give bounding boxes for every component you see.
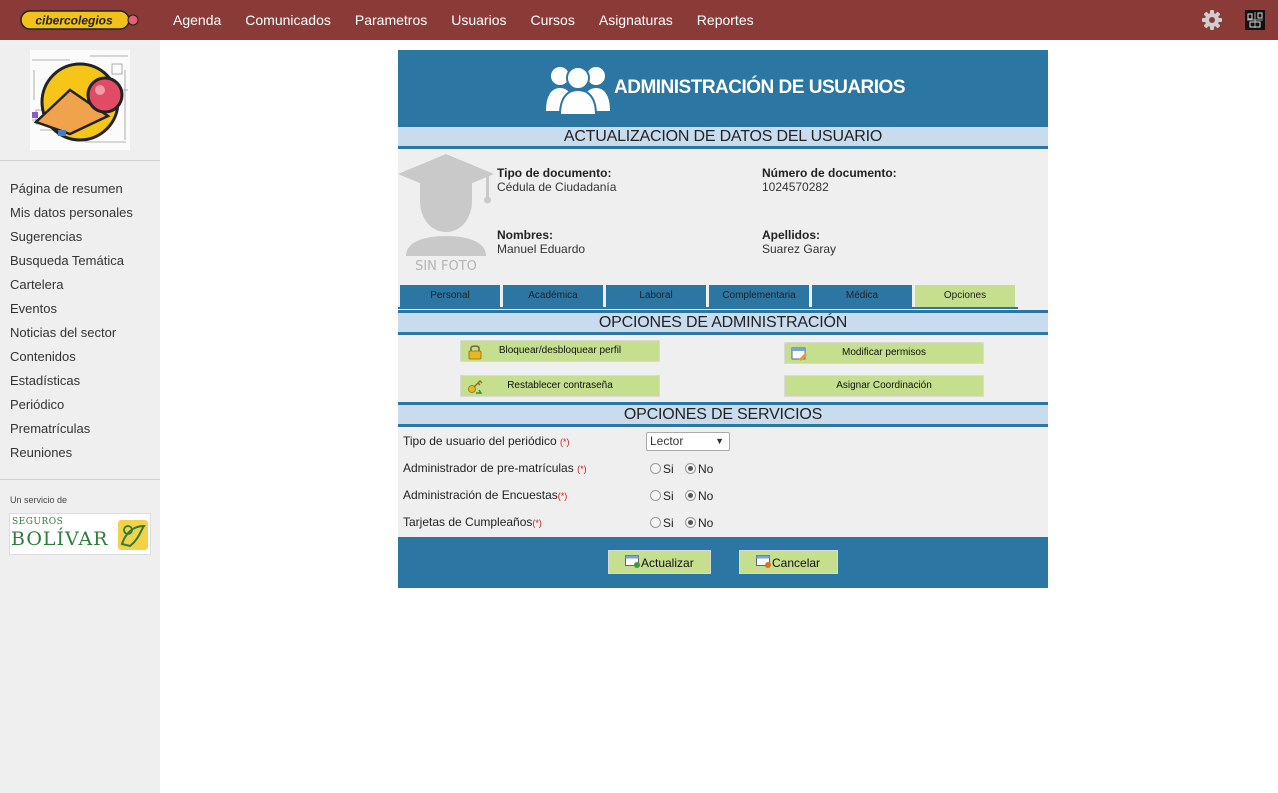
surnames-value: Suarez Garay [762, 242, 837, 256]
sponsor-emblem-icon [118, 520, 148, 550]
surveys-admin-radios: Si No [650, 489, 721, 505]
tab-academica[interactable]: Académica [503, 285, 603, 307]
update-button[interactable]: Actualizar [608, 550, 711, 574]
birthday-cards-radios: Si No [650, 516, 721, 532]
required-mark: (*) [560, 437, 570, 447]
sidebar-item-busqueda[interactable]: Busqueda Temática [10, 249, 133, 273]
sponsor-name: BOLÍVAR [11, 528, 109, 550]
reset-password-label: Restablecer contraseña [507, 380, 613, 391]
sidebar-item-periodico[interactable]: Periódico [10, 393, 133, 417]
assign-coordination-label: Asignar Coordinación [836, 380, 932, 391]
users-group-icon [546, 66, 610, 115]
gear-icon[interactable] [1201, 9, 1223, 31]
newspaper-user-type-value: Lector [650, 434, 684, 448]
required-mark: (*) [577, 464, 587, 474]
nav-asignaturas[interactable]: Asignaturas [587, 12, 685, 28]
cibercolegios-logo[interactable]: cibercolegios [20, 9, 140, 31]
lock-profile-button[interactable]: Bloquear/desbloquear perfil [460, 340, 660, 362]
sidebar-item-resumen[interactable]: Página de resumen [10, 177, 133, 201]
surveys-no-radio[interactable] [685, 490, 697, 501]
panel-footer: Actualizar Cancelar [398, 537, 1048, 588]
sponsor-logo[interactable]: SEGUROS BOLÍVAR [9, 513, 151, 555]
section-update-title: ACTUALIZACION DE DATOS DEL USUARIO [398, 127, 1048, 149]
tab-personal[interactable]: Personal [400, 285, 500, 307]
newspaper-user-type-label: Tipo de usuario del periódico (*) [403, 434, 570, 448]
doc-type-label: Tipo de documento: [497, 166, 612, 180]
sponsor-top-text: SEGUROS [12, 517, 64, 527]
nav-cursos[interactable]: Cursos [519, 12, 587, 28]
prematricula-yes-radio[interactable] [650, 463, 661, 474]
main-nav: Agenda Comunicados Parametros Usuarios C… [161, 0, 766, 40]
section-services-title: OPCIONES DE SERVICIOS [398, 402, 1048, 427]
dropdown-caret-icon: ▼ [715, 436, 724, 446]
sidebar-item-contenidos[interactable]: Contenidos [10, 345, 133, 369]
svg-text:cibercolegios: cibercolegios [35, 14, 113, 28]
sidebar-item-cartelera[interactable]: Cartelera [10, 273, 133, 297]
user-admin-panel: ADMINISTRACIÓN DE USUARIOS ACTUALIZACION… [398, 50, 1048, 588]
prematricula-admin-radios: Si No [650, 462, 721, 478]
lock-icon [468, 345, 482, 360]
surnames-label: Apellidos: [762, 228, 821, 242]
tab-laboral[interactable]: Laboral [606, 285, 706, 307]
tab-complementaria[interactable]: Complementaria [709, 285, 809, 307]
panel-title: ADMINISTRACIÓN DE USUARIOS [614, 77, 906, 98]
doc-number-value: 1024570282 [762, 180, 829, 194]
birthday-cards-label: Tarjetas de Cumpleaños(*) [403, 515, 542, 529]
nav-comunicados[interactable]: Comunicados [233, 12, 343, 28]
required-mark: (*) [557, 491, 568, 501]
nav-reportes[interactable]: Reportes [685, 12, 766, 28]
doc-number-label: Número de documento: [762, 166, 897, 180]
lock-profile-label: Bloquear/desbloquear perfil [498, 345, 622, 356]
sidebar-item-reuniones[interactable]: Reuniones [10, 441, 133, 465]
surveys-yes-radio[interactable] [650, 490, 661, 501]
tab-opciones[interactable]: Opciones [915, 285, 1015, 307]
sidebar-item-noticias[interactable]: Noticias del sector [10, 321, 133, 345]
modify-permissions-label: Modificar permisos [842, 347, 926, 358]
update-label: Actualizar [641, 556, 694, 570]
nav-usuarios[interactable]: Usuarios [439, 12, 518, 28]
edit-window-icon [791, 347, 807, 361]
nav-parametros[interactable]: Parametros [343, 12, 439, 28]
school-logo [30, 50, 130, 150]
modify-permissions-button[interactable]: Modificar permisos [784, 342, 984, 364]
tab-medica[interactable]: Médica [812, 285, 912, 307]
surveys-admin-label: Administración de Encuestas(*) [403, 488, 568, 502]
no-photo-caption: SIN FOTO [415, 259, 477, 274]
user-avatar[interactable] [1245, 10, 1265, 30]
names-label: Nombres: [497, 228, 554, 242]
no-photo-placeholder: SIN FOTO [398, 154, 494, 274]
sidebar-divider [0, 479, 160, 480]
cancel-button[interactable]: Cancelar [739, 550, 838, 574]
prematricula-no-radio[interactable] [685, 463, 697, 474]
sidebar-item-estadisticas[interactable]: Estadísticas [10, 369, 133, 393]
doc-type-value: Cédula de Ciudadanía [497, 180, 617, 194]
prematricula-admin-label: Administrador de pre-matrículas (*) [403, 461, 587, 475]
section-admin-title: OPCIONES DE ADMINISTRACIÓN [398, 310, 1048, 335]
required-mark: (*) [532, 518, 542, 528]
birthday-yes-radio[interactable] [650, 517, 661, 528]
sidebar-item-prematriculas[interactable]: Prematrículas [10, 417, 133, 441]
save-window-icon [625, 555, 640, 568]
reset-password-button[interactable]: Restablecer contraseña [460, 375, 660, 397]
sidebar-menu: Página de resumen Mis datos personales S… [10, 177, 133, 465]
sidebar-item-datos-personales[interactable]: Mis datos personales [10, 201, 133, 225]
newspaper-user-type-select[interactable]: Lector ▼ [646, 432, 730, 451]
top-bar: cibercolegios Agenda Comunicados Paramet… [0, 0, 1278, 40]
panel-header: ADMINISTRACIÓN DE USUARIOS [398, 50, 1048, 127]
service-label: Un servicio de [10, 495, 68, 505]
sidebar-item-eventos[interactable]: Eventos [10, 297, 133, 321]
nav-agenda[interactable]: Agenda [161, 12, 233, 28]
birthday-no-radio[interactable] [685, 517, 697, 528]
key-reset-icon [468, 380, 483, 394]
profile-tabs: Personal Académica Laboral Complementari… [398, 285, 1018, 309]
assign-coordination-button[interactable]: Asignar Coordinación [784, 375, 984, 397]
names-value: Manuel Eduardo [497, 242, 586, 256]
sidebar-item-sugerencias[interactable]: Sugerencias [10, 225, 133, 249]
cancel-window-icon [756, 555, 771, 568]
sidebar: Página de resumen Mis datos personales S… [0, 40, 160, 793]
cancel-label: Cancelar [772, 556, 821, 570]
sidebar-divider [0, 160, 160, 161]
